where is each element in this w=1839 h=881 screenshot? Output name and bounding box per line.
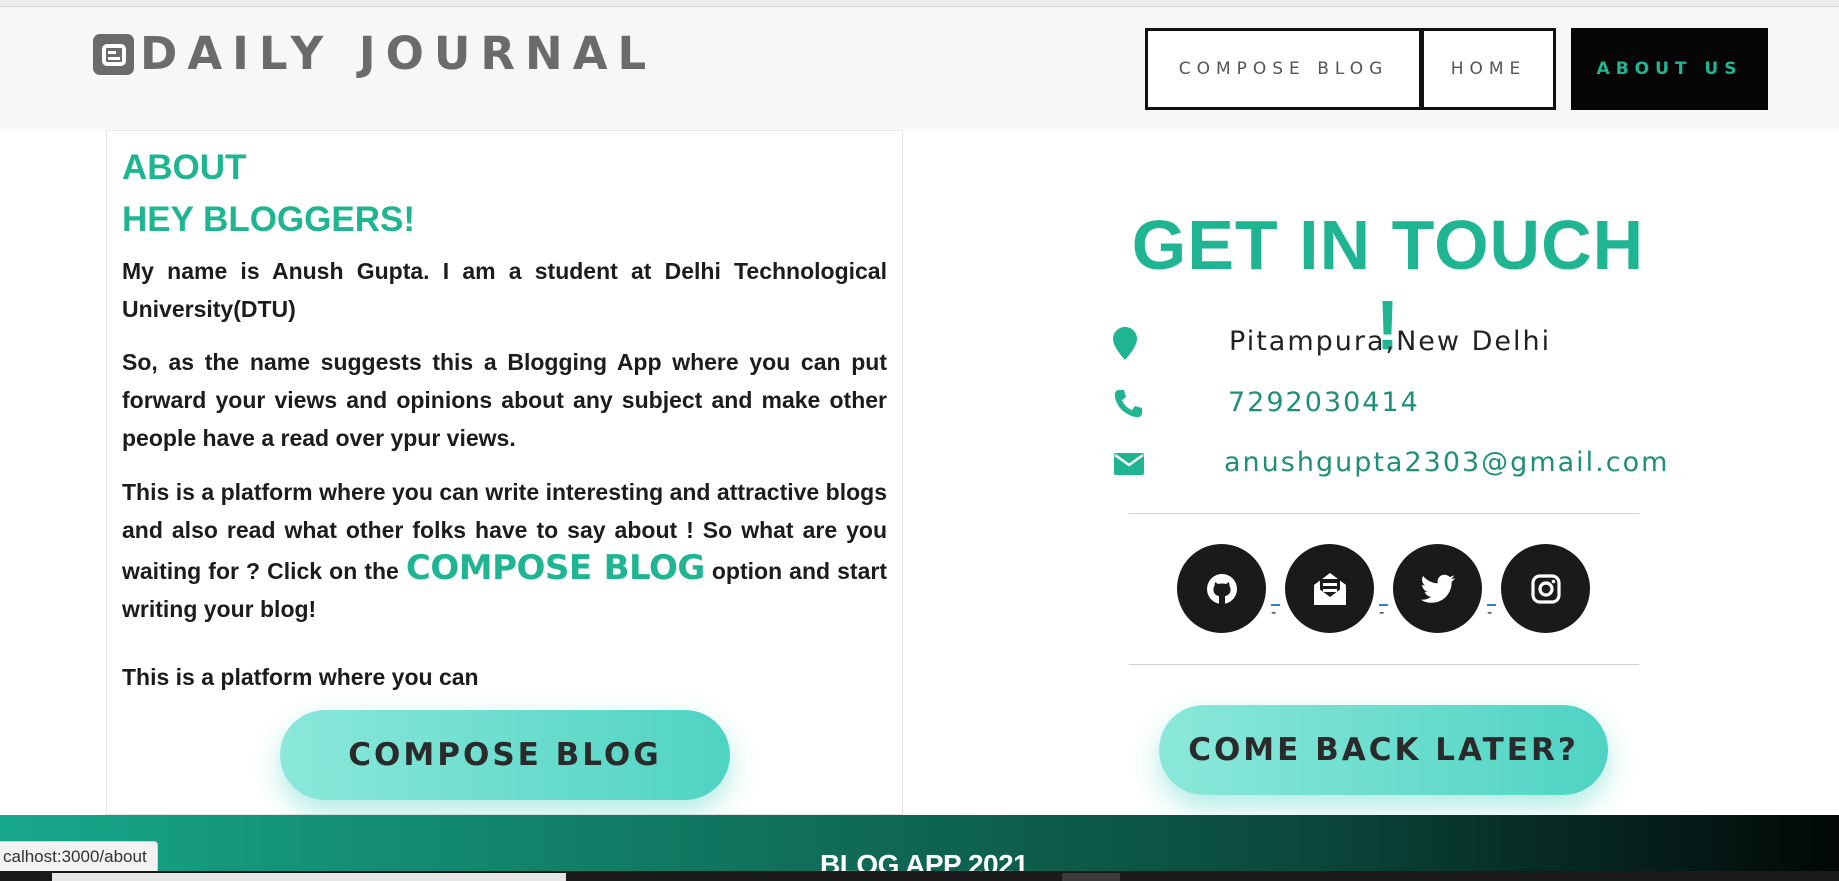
nav-about-us[interactable]: ABOUT US [1571, 28, 1768, 110]
browser-top-border [0, 0, 1839, 7]
github-icon[interactable] [1177, 544, 1266, 633]
divider-bottom [1129, 664, 1639, 665]
taskbar-strip [0, 871, 1839, 881]
social-separator: - [1487, 604, 1496, 621]
brand-title: DAILY JOURNAL [140, 27, 657, 80]
about-paragraph-2: So, as the name suggests this a Blogging… [122, 349, 887, 451]
social-separator: - [1379, 604, 1388, 621]
blog-icon[interactable] [1285, 544, 1374, 633]
envelope-icon [1114, 453, 1144, 480]
browser-status-url: calhost:3000/about [0, 841, 158, 873]
about-paragraph-3: This is a platform where you can write i… [122, 473, 887, 628]
inline-compose-blog-text: COMPOSE BLOG [405, 548, 705, 588]
taskbar-segment [1062, 873, 1120, 881]
contact-phone[interactable]: 7292030414 [1228, 387, 1420, 418]
site-header: DAILY JOURNAL [0, 7, 1839, 129]
nav-home[interactable]: HOME [1421, 28, 1556, 110]
blogger-icon [93, 33, 134, 75]
instagram-icon[interactable] [1501, 544, 1590, 633]
twitter-icon[interactable] [1393, 544, 1482, 633]
about-paragraph-1: My name is Anush Gupta. I am a student a… [122, 258, 887, 322]
contact-email[interactable]: anushgupta2303@gmail.com [1224, 447, 1669, 478]
about-subheading: HEY BLOGGERS! [122, 200, 416, 239]
about-paragraph-4: This is a platform where you can [122, 664, 479, 690]
come-back-later-button[interactable]: COME BACK LATER? [1159, 705, 1608, 795]
contact-location: Pitampura,New Delhi [1229, 326, 1552, 357]
phone-icon [1113, 389, 1143, 424]
nav-compose-blog[interactable]: COMPOSE BLOG [1145, 28, 1422, 110]
map-marker-icon [1113, 327, 1137, 365]
social-separator: - [1271, 604, 1280, 621]
compose-blog-button[interactable]: COMPOSE BLOG [280, 710, 730, 800]
divider-top [1129, 513, 1639, 514]
about-heading: ABOUT [122, 148, 247, 187]
brand-logo-link[interactable]: DAILY JOURNAL [93, 30, 656, 78]
taskbar-segment [52, 873, 566, 881]
